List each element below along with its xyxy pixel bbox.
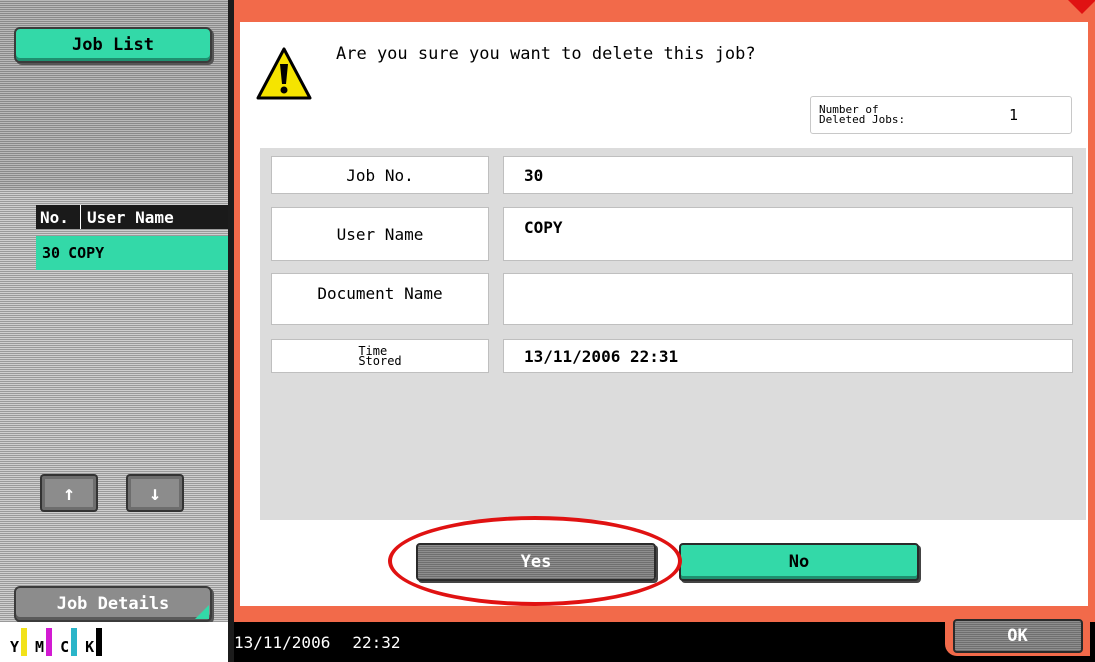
- job-no-label: Job No.: [271, 156, 489, 194]
- job-no-value: 30: [503, 156, 1073, 194]
- job-details-button[interactable]: Job Details: [14, 586, 212, 622]
- deleted-jobs-value: 1: [1009, 106, 1019, 124]
- document-name-label: Document Name: [271, 273, 489, 325]
- column-header-user-name: User Name: [87, 207, 174, 227]
- toner-k-bar: [96, 628, 103, 656]
- job-details-label: Job Details: [56, 594, 170, 614]
- toner-m: M: [35, 628, 53, 656]
- time-stored-label-line2: Stored: [358, 354, 402, 368]
- toner-m-bar: [46, 628, 53, 656]
- toner-levels: Y M C K: [0, 622, 228, 662]
- ok-button[interactable]: OK: [952, 619, 1083, 653]
- arrow-down-icon: ↓: [148, 481, 162, 505]
- document-name-value: [503, 273, 1073, 325]
- toner-c-label: C: [60, 638, 70, 656]
- toner-k-label: K: [85, 638, 95, 656]
- job-list-header: No. User Name: [36, 205, 228, 229]
- toner-m-label: M: [35, 638, 45, 656]
- deleted-jobs-counter: Number of Deleted Jobs: 1: [810, 96, 1072, 134]
- job-info-panel: [260, 148, 1086, 520]
- toner-k: K: [85, 628, 103, 656]
- user-name-label: User Name: [271, 207, 489, 261]
- deleted-jobs-label: Number of Deleted Jobs:: [819, 104, 1009, 126]
- status-date: 13/11/2006: [234, 632, 331, 652]
- time-stored-value: 13/11/2006 22:31: [503, 339, 1073, 373]
- document-name-label-text: Document Name: [317, 284, 443, 303]
- dialog-question: Are you sure you want to delete this job…: [336, 44, 756, 64]
- user-name-value: COPY: [503, 207, 1073, 261]
- time-stored-label-text: Time Stored: [358, 345, 402, 368]
- status-time: 22:32: [352, 632, 401, 652]
- time-stored-label: Time Stored: [271, 339, 489, 373]
- ok-button-frame: OK: [945, 616, 1090, 656]
- arrow-up-icon: ↑: [62, 481, 76, 505]
- toner-c-bar: [71, 628, 78, 656]
- indicator-arrow-marker: [1068, 0, 1095, 14]
- job-list-button[interactable]: Job List: [14, 27, 212, 63]
- job-list-row[interactable]: 30 COPY: [36, 236, 228, 270]
- row-job-no: 30: [42, 244, 61, 262]
- ok-label: OK: [1007, 626, 1028, 646]
- scroll-down-button[interactable]: ↓: [126, 474, 184, 512]
- job-list-label: Job List: [72, 35, 154, 55]
- column-header-no: No.: [36, 205, 81, 229]
- scroll-up-button[interactable]: ↑: [40, 474, 98, 512]
- toner-y-label: Y: [10, 638, 20, 656]
- no-label: No: [788, 552, 810, 572]
- status-clock: 13/11/2006 22:32: [234, 622, 401, 662]
- warning-icon: [256, 46, 312, 106]
- user-name-label-text: User Name: [336, 224, 424, 244]
- toner-y: Y: [10, 628, 28, 656]
- job-no-label-text: Job No.: [346, 165, 414, 185]
- no-button[interactable]: No: [679, 543, 919, 581]
- yes-highlight-ellipse: [388, 516, 682, 606]
- toner-c: C: [60, 628, 78, 656]
- deleted-jobs-label-line2: Deleted Jobs:: [819, 113, 906, 126]
- row-user-name: COPY: [68, 244, 105, 262]
- toner-y-bar: [21, 628, 28, 656]
